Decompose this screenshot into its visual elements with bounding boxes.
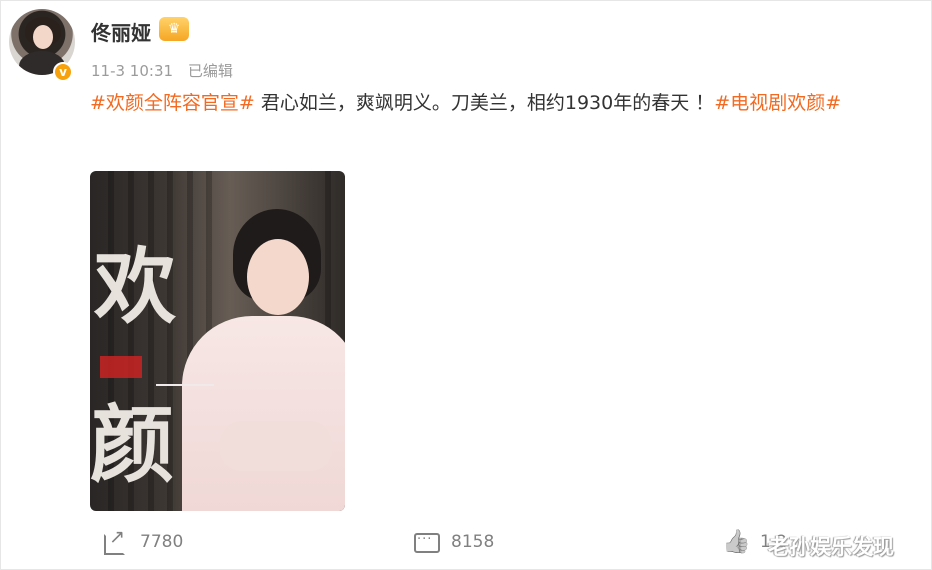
repost-count: 7780 (140, 532, 184, 552)
repost-button[interactable]: 7780 (102, 525, 183, 559)
repost-icon (102, 526, 126, 555)
verified-badge-icon: v (53, 62, 73, 82)
hashtag-link[interactable]: #电视剧欢颜# (714, 92, 841, 114)
poster-dress (182, 316, 345, 511)
member-crown-icon[interactable]: ♛ (159, 17, 189, 41)
poster-face (247, 239, 309, 315)
post-meta: 11-3 10:31 已编辑 (91, 60, 233, 81)
username[interactable]: 佟丽娅 (91, 17, 151, 46)
poster-arm (220, 421, 332, 471)
comment-button[interactable]: 8158 (413, 525, 494, 559)
post-timestamp[interactable]: 11-3 10:31 (91, 62, 173, 80)
watermark-text: 老孙娱乐发现 (768, 535, 894, 559)
post-content: #欢颜全阵容官宣# 君心如兰，爽飒明义。刀美兰，相约1930年的春天 ！#电视剧… (90, 90, 920, 116)
hashtag-link[interactable]: #欢颜全阵容官宣# (90, 92, 255, 114)
poster-image[interactable]: 欢 颜 (90, 171, 345, 511)
poster-red-seal (100, 356, 142, 378)
edited-label[interactable]: 已编辑 (188, 62, 233, 80)
weibo-post-card: v 佟丽娅 ♛ 11-3 10:31 已编辑 #欢颜全阵容官宣# 君心如兰，爽飒… (0, 0, 932, 570)
avatar-face (33, 25, 53, 49)
poster-title-bottom: 颜 (90, 395, 175, 494)
comment-icon (413, 530, 440, 554)
poster-credit-line (156, 384, 214, 386)
post-text: 君心如兰，爽飒明义。刀美兰，相约1930年的春天 ！ (254, 92, 715, 114)
poster-title-top: 欢 (94, 239, 177, 335)
comment-count: 8158 (451, 532, 495, 552)
like-icon (722, 530, 746, 554)
